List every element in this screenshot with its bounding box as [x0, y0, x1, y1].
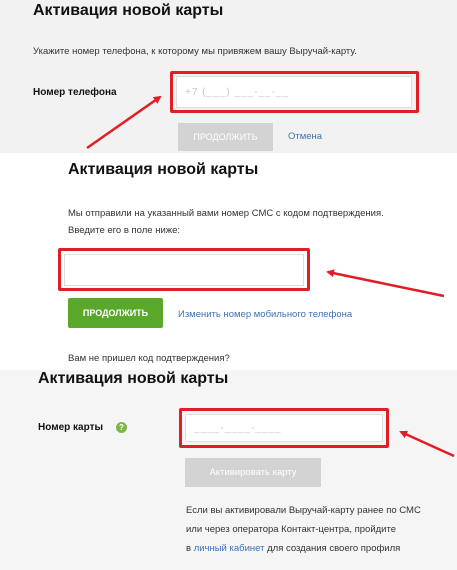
annotation-arrows: [86, 95, 455, 458]
arrow-to-card-input: [399, 430, 455, 458]
arrow-to-phone-input: [86, 95, 162, 150]
arrow-to-sms-input: [326, 269, 445, 298]
